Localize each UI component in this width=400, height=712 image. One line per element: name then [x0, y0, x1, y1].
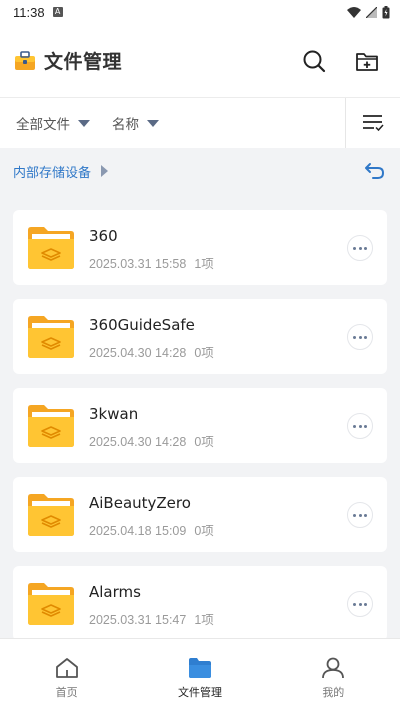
file-count: 1项 [194, 257, 214, 271]
tab-home[interactable]: 首页 [0, 639, 133, 712]
file-list: 360 2025.03.31 15:58 1项 360GuideSafe 2025… [0, 194, 400, 638]
folder-icon [28, 494, 74, 536]
wifi-icon [347, 6, 361, 18]
file-meta: 2025.03.31 15:58 1项 [89, 253, 214, 272]
tab-label: 我的 [322, 686, 345, 699]
more-options-button[interactable] [347, 591, 373, 617]
more-options-button[interactable] [347, 235, 373, 261]
chevron-right-icon [101, 165, 109, 177]
list-item[interactable]: AiBeautyZero 2025.04.18 15:09 0项 [13, 477, 387, 552]
file-count: 0项 [194, 524, 214, 538]
folder-icon [188, 658, 211, 678]
file-count: 0项 [194, 346, 214, 360]
file-meta: 2025.04.30 14:28 0项 [89, 342, 214, 361]
battery-icon [382, 5, 390, 18]
file-meta: 2025.04.30 14:28 0项 [89, 431, 214, 450]
folder-icon [28, 405, 74, 447]
person-icon [322, 657, 345, 679]
more-options-button[interactable] [347, 413, 373, 439]
tab-label: 首页 [55, 686, 78, 699]
status-time: 11:38 [13, 4, 45, 20]
list-item[interactable]: 3kwan 2025.04.30 14:28 0项 [13, 388, 387, 463]
status-bar: 11:38 A [0, 0, 400, 24]
list-item[interactable]: Alarms 2025.03.31 15:47 1项 [13, 566, 387, 638]
list-sort-icon [363, 115, 384, 132]
caret-down-icon [147, 119, 159, 127]
sort-order-dropdown[interactable]: 名称 [112, 113, 159, 133]
file-date: 2025.04.30 14:28 [89, 346, 187, 360]
file-date: 2025.04.18 15:09 [89, 524, 187, 538]
bottom-tab-bar: 首页 文件管理 我的 [0, 638, 400, 712]
view-mode-button[interactable] [345, 98, 400, 148]
list-item[interactable]: 360GuideSafe 2025.04.30 14:28 0项 [13, 299, 387, 374]
more-options-button[interactable] [347, 324, 373, 350]
tab-file-manager[interactable]: 文件管理 [133, 639, 266, 712]
breadcrumb-path[interactable]: 内部存储设备 [13, 162, 91, 181]
tab-label: 文件管理 [177, 686, 222, 699]
file-count: 0项 [194, 435, 214, 449]
file-name: 360 [89, 227, 118, 245]
search-icon [303, 50, 326, 73]
folder-icon [28, 227, 74, 269]
file-name: 3kwan [89, 405, 139, 423]
file-name: Alarms [89, 583, 141, 601]
file-filter-label: 全部文件 [16, 117, 70, 133]
more-options-button[interactable] [347, 502, 373, 528]
tab-mine[interactable]: 我的 [267, 639, 400, 712]
file-name: AiBeautyZero [89, 494, 191, 512]
signal-icon [366, 6, 377, 18]
list-item[interactable]: 360 2025.03.31 15:58 1项 [13, 210, 387, 285]
new-folder-icon [356, 53, 378, 71]
folder-icon [28, 583, 74, 625]
app-header: 文件管理 [0, 24, 400, 98]
toolbox-icon [15, 50, 35, 70]
sort-bar: 全部文件 名称 [0, 98, 400, 148]
search-button[interactable] [299, 46, 329, 76]
file-date: 2025.03.31 15:47 [89, 613, 187, 627]
home-icon [55, 658, 78, 678]
file-filter-dropdown[interactable]: 全部文件 [16, 113, 90, 133]
caret-down-icon [78, 119, 90, 127]
a-icon: A [52, 7, 63, 17]
file-name: 360GuideSafe [89, 316, 195, 334]
undo-arrow-icon[interactable] [364, 162, 386, 180]
file-date: 2025.04.30 14:28 [89, 435, 187, 449]
page-title: 文件管理 [44, 51, 123, 73]
new-folder-button[interactable] [352, 46, 382, 76]
file-count: 1项 [194, 613, 214, 627]
file-date: 2025.03.31 15:58 [89, 257, 187, 271]
file-meta: 2025.04.18 15:09 0项 [89, 520, 214, 539]
folder-icon [28, 316, 74, 358]
sort-order-label: 名称 [112, 117, 139, 133]
breadcrumb: 内部存储设备 [0, 148, 400, 194]
file-meta: 2025.03.31 15:47 1项 [89, 609, 214, 628]
